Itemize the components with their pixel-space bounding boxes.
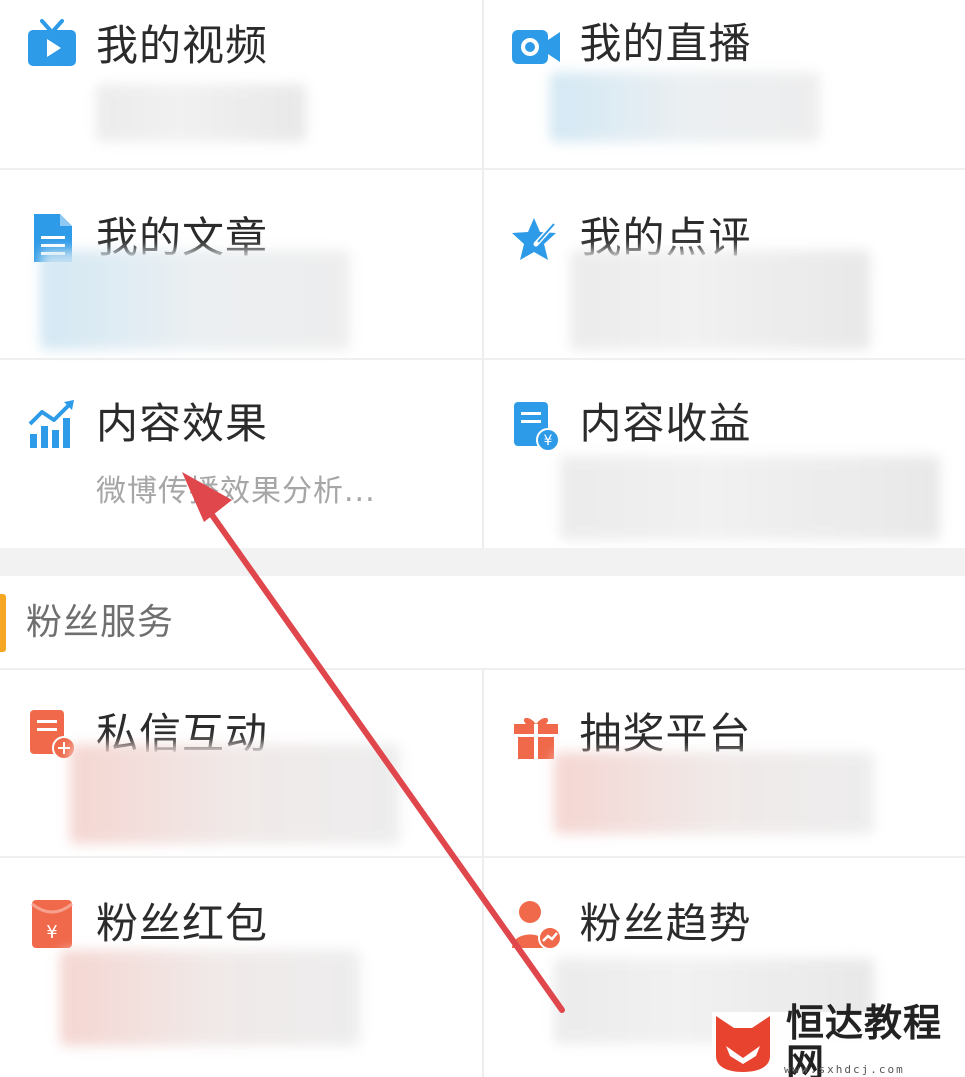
watermark-url: www.sxhdcj.com (784, 1063, 905, 1076)
tile-content-income[interactable]: ¥ 内容收益 (484, 360, 965, 548)
tile-row-1: 我的视频 我的直播 (0, 0, 965, 168)
svg-text:¥: ¥ (543, 433, 552, 449)
tile-row-3: 内容效果 微博传播效果分析... ¥ 内容收益 (0, 360, 965, 548)
tile-content-effect[interactable]: 内容效果 微博传播效果分析... (0, 360, 484, 548)
tile-title: 我的直播 (579, 19, 752, 68)
tile-title: 内容效果 (96, 399, 269, 448)
tile-title: 抽奖平台 (579, 709, 752, 758)
section-accent-bar (0, 594, 6, 652)
tile-row-4: 私信互动 抽奖平台 (0, 670, 965, 856)
blurred-subtitle (60, 950, 360, 1046)
fox-logo-icon (716, 1016, 770, 1072)
tile-my-live[interactable]: 我的直播 (484, 0, 965, 168)
tv-icon (28, 19, 76, 66)
gift-icon (513, 717, 558, 759)
income-document-icon: ¥ (513, 402, 560, 452)
tile-my-articles[interactable]: 我的文章 (0, 170, 484, 358)
tile-row-2: 我的文章 我的点评 (0, 170, 965, 358)
section-gap (0, 548, 965, 576)
tile-my-videos[interactable]: 我的视频 (0, 0, 484, 168)
tile-title: 粉丝红包 (96, 899, 269, 948)
tile-my-reviews[interactable]: 我的点评 (484, 170, 965, 358)
bar-chart-icon (28, 400, 74, 448)
blurred-subtitle (559, 456, 940, 540)
weibo-creator-center: 我的视频 我的直播 我的文章 我的点评 内容效果 微博传播效果分析... ¥ 内… (0, 0, 965, 1077)
camera-icon (511, 30, 560, 64)
blurred-subtitle (549, 72, 820, 142)
tile-title: 我的视频 (96, 21, 269, 70)
blurred-subtitle (40, 250, 350, 350)
tile-subtitle: 微博传播效果分析... (96, 474, 376, 509)
tile-fan-red-packet[interactable]: ¥ 粉丝红包 (0, 858, 484, 1077)
tile-lottery-platform[interactable]: 抽奖平台 (484, 670, 965, 856)
star-pen-icon (511, 218, 558, 260)
section-header-fan-service: 粉丝服务 (0, 576, 965, 668)
user-trend-icon (511, 901, 562, 950)
tile-private-messages[interactable]: 私信互动 (0, 670, 484, 856)
blurred-subtitle (70, 744, 400, 844)
blurred-subtitle (569, 250, 870, 350)
tile-title: 内容收益 (579, 399, 752, 448)
blurred-subtitle (96, 84, 306, 142)
svg-text:¥: ¥ (46, 922, 57, 943)
section-title: 粉丝服务 (26, 602, 175, 643)
blurred-subtitle (553, 752, 874, 834)
tile-title: 粉丝趋势 (579, 899, 752, 948)
red-envelope-icon: ¥ (31, 900, 73, 948)
